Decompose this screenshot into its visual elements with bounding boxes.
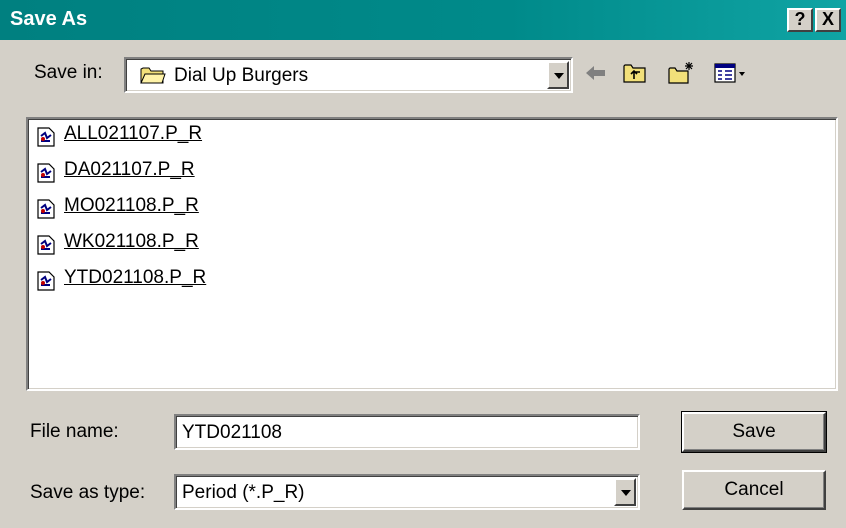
file-name: ALL021107.P_R bbox=[64, 123, 203, 144]
save-as-type-value: Period (*.P_R) bbox=[182, 482, 305, 503]
title-bar: Save As ? X bbox=[0, 0, 846, 40]
file-icon bbox=[37, 271, 55, 291]
file-list[interactable]: ALL021107.P_R DA021107.P_R MO021108.P_R … bbox=[26, 117, 838, 391]
file-name: WK021108.P_R bbox=[64, 231, 199, 252]
file-name-value: YTD021108 bbox=[182, 422, 282, 443]
save-as-type-dropdown-button[interactable] bbox=[614, 478, 636, 506]
save-button[interactable]: Save bbox=[681, 411, 827, 453]
file-icon bbox=[37, 163, 55, 183]
file-name: DA021107.P_R bbox=[64, 159, 195, 180]
file-name: YTD021108.P_R bbox=[64, 267, 207, 288]
file-icon bbox=[37, 235, 55, 255]
file-icon bbox=[37, 199, 55, 219]
file-icon bbox=[37, 127, 55, 147]
file-name-label: File name: bbox=[30, 421, 119, 442]
save-in-label: Save in: bbox=[34, 62, 103, 83]
new-folder-icon[interactable] bbox=[667, 61, 695, 85]
window-title: Save As bbox=[10, 8, 88, 30]
back-arrow-icon[interactable] bbox=[583, 61, 609, 85]
save-in-dropdown-button[interactable] bbox=[547, 61, 569, 89]
cancel-button[interactable]: Cancel bbox=[682, 470, 826, 510]
help-button[interactable]: ? bbox=[787, 8, 813, 32]
close-button[interactable]: X bbox=[815, 8, 841, 32]
save-as-type-label: Save as type: bbox=[30, 482, 146, 503]
save-as-type-dropdown[interactable]: Period (*.P_R) bbox=[174, 474, 640, 510]
file-name: MO021108.P_R bbox=[64, 195, 199, 216]
file-name-field[interactable]: YTD021108 bbox=[174, 414, 640, 450]
view-menu-icon[interactable] bbox=[714, 61, 748, 85]
save-in-value: Dial Up Burgers bbox=[174, 65, 309, 86]
save-in-dropdown[interactable]: Dial Up Burgers bbox=[124, 57, 573, 93]
up-one-level-icon[interactable] bbox=[622, 61, 648, 85]
folder-icon bbox=[140, 67, 166, 84]
